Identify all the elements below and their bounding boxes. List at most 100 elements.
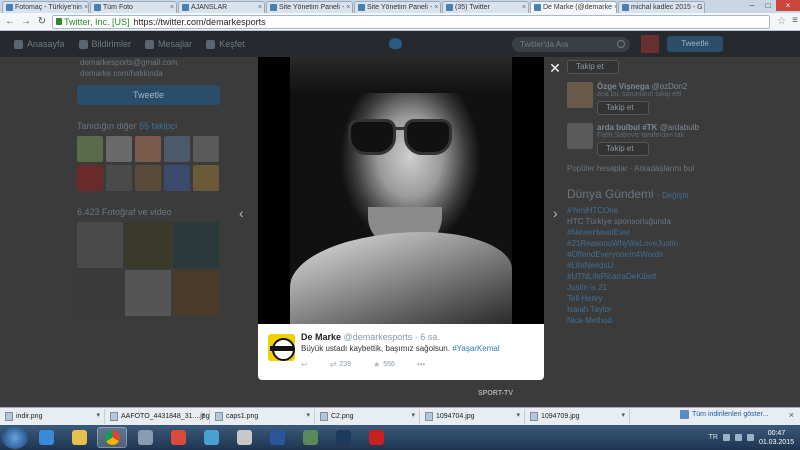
taskbar-app[interactable] — [196, 427, 226, 448]
browser-tab[interactable]: Tüm Foto × — [90, 1, 177, 13]
close-tab-icon[interactable]: × — [522, 2, 526, 13]
trend-item[interactable]: #LifeNeedsU — [567, 260, 717, 271]
taskbar-chrome[interactable] — [97, 427, 127, 448]
follow-button[interactable]: Takip et — [567, 60, 619, 74]
media-title[interactable]: 6.423 Fotoğraf ve video — [77, 207, 222, 217]
trend-item[interactable]: Justin is 21 — [567, 282, 717, 293]
close-tab-icon[interactable]: × — [614, 2, 616, 13]
browser-tab[interactable]: (35) Twitter × — [442, 1, 529, 13]
contact-email[interactable]: demarkesports@gmail.com — [80, 57, 222, 68]
trend-item[interactable]: #21ReasonsWhyWeLoveJustin — [567, 238, 717, 249]
follower-avatar[interactable] — [164, 165, 190, 191]
maximize-icon[interactable]: □ — [760, 0, 776, 11]
taskbar-photoshop[interactable] — [328, 427, 358, 448]
nav-messages[interactable]: Mesajlar — [145, 39, 192, 49]
tweet-to-button[interactable]: Tweetle — [77, 85, 220, 105]
media-thumb[interactable] — [125, 222, 171, 268]
media-thumb[interactable] — [77, 270, 123, 316]
chevron-down-icon[interactable]: ▾ — [411, 411, 415, 419]
taskbar-app[interactable] — [295, 427, 325, 448]
favorite-button[interactable]: ★ 556 — [373, 360, 395, 369]
media-thumb[interactable] — [77, 222, 123, 268]
search-input[interactable]: Twitter'da Ara — [512, 37, 630, 52]
follow-button[interactable]: Takip et — [597, 142, 649, 156]
download-item[interactable]: indir.png ▾ — [3, 409, 105, 424]
taskbar-word[interactable] — [262, 427, 292, 448]
follow-button[interactable]: Takip et — [597, 101, 649, 115]
trend-item[interactable]: #OffendEveryoneIn4Words — [567, 249, 717, 260]
media-thumb[interactable] — [173, 270, 219, 316]
follower-avatar[interactable] — [135, 165, 161, 191]
language-indicator[interactable]: TR — [709, 434, 718, 441]
browser-tab[interactable]: michal kadlec 2015 - G× — [618, 1, 705, 13]
tweet-timestamp[interactable]: · 6 sa. — [415, 332, 440, 342]
hashtag-link[interactable]: #YaşarKemal — [452, 344, 499, 353]
retweet-button[interactable]: ⇄ 239 — [330, 360, 351, 369]
contact-link[interactable]: demarke com/hakkinda — [80, 68, 222, 79]
close-tab-icon[interactable]: × — [170, 2, 174, 13]
nav-discover[interactable]: Keşfet — [206, 39, 245, 49]
trend-item[interactable]: Isaiah Taylor — [567, 304, 717, 315]
chevron-right-icon[interactable]: › — [553, 205, 563, 221]
chevron-down-icon[interactable]: ▾ — [306, 411, 310, 419]
bookmark-star-icon[interactable]: ☆ — [777, 16, 786, 27]
nav-notifications[interactable]: Bildirimler — [78, 39, 131, 49]
media-viewer[interactable] — [258, 57, 544, 324]
reload-icon[interactable]: ↻ — [36, 16, 48, 28]
volume-icon[interactable] — [746, 434, 754, 441]
follower-avatar[interactable] — [106, 136, 132, 162]
more-button[interactable]: ••• — [417, 360, 425, 369]
browser-tab[interactable]: AJANSLAR × — [178, 1, 265, 13]
browser-tab-active[interactable]: De Marke (@demarke× — [530, 1, 617, 13]
taskbar-app[interactable] — [163, 427, 193, 448]
author-handle[interactable]: @demarkesports — [344, 332, 413, 342]
trend-item[interactable]: #NeverHaveIEver — [567, 227, 717, 238]
user-avatar[interactable] — [641, 35, 659, 53]
secure-indicator[interactable]: Twitter, Inc. [US] — [56, 17, 130, 27]
follower-avatar[interactable] — [77, 165, 103, 191]
compose-tweet-button[interactable]: Tweetle — [667, 36, 723, 52]
show-all-downloads-link[interactable]: Tüm indirilenleri göster... — [680, 410, 768, 419]
close-download-bar-icon[interactable]: × — [789, 410, 794, 420]
taskbar-explorer[interactable] — [64, 427, 94, 448]
close-icon[interactable]: ✕ — [549, 61, 561, 75]
browser-tab[interactable]: Site Yönetim Paneli - × — [354, 1, 441, 13]
media-thumb[interactable] — [173, 222, 219, 268]
minimize-icon[interactable]: – — [744, 0, 760, 11]
chevron-down-icon[interactable]: ▾ — [621, 411, 625, 419]
forward-arrow-icon[interactable]: → — [20, 16, 32, 28]
chevron-down-icon[interactable]: ▾ — [201, 411, 205, 419]
follower-avatar[interactable] — [77, 136, 103, 162]
download-item[interactable]: C2.png ▾ — [318, 409, 420, 424]
close-tab-icon[interactable]: × — [84, 2, 88, 13]
who-to-follow-links[interactable]: Popüler hesaplar · Arkadaşlarını bul — [567, 164, 717, 173]
chevron-left-icon[interactable]: ‹ — [239, 205, 249, 221]
media-thumb[interactable] — [125, 270, 171, 316]
close-tab-icon[interactable]: × — [346, 2, 350, 13]
tray-icon[interactable] — [722, 434, 730, 441]
download-item[interactable]: caps1.png ▾ — [213, 409, 315, 424]
clock[interactable]: 00:47 01.03.2015 — [759, 429, 794, 447]
follower-avatar[interactable] — [135, 136, 161, 162]
window-close-icon[interactable]: × — [776, 0, 800, 11]
taskbar-app[interactable] — [130, 427, 160, 448]
suggested-account[interactable]: Özge Vişnega @ozDon2 ana bu, sorunların … — [567, 82, 717, 115]
follower-avatar[interactable] — [164, 136, 190, 162]
reply-button[interactable]: ↩ — [301, 360, 308, 369]
avatar[interactable] — [567, 123, 593, 149]
download-item[interactable]: 1094704.jpg ▾ — [423, 409, 525, 424]
chevron-down-icon[interactable]: ▾ — [96, 411, 100, 419]
taskbar-acrobat[interactable] — [361, 427, 391, 448]
browser-menu-icon[interactable]: ≡ — [792, 15, 798, 26]
browser-tab[interactable]: Site Yönetim Paneli - × — [266, 1, 353, 13]
download-item[interactable]: AAFOTO_4431848_31....jpg ▾ — [108, 409, 210, 424]
follower-avatar[interactable] — [193, 165, 219, 191]
trend-item[interactable]: Tell Henry — [567, 293, 717, 304]
close-tab-icon[interactable]: × — [258, 2, 262, 13]
author-avatar[interactable] — [268, 334, 295, 361]
suggested-account[interactable]: arda bulbul #TK @ardabulb Fatih Sabovic … — [567, 123, 717, 156]
trend-item[interactable]: Nice Method — [567, 315, 717, 326]
follower-avatar[interactable] — [106, 165, 132, 191]
network-icon[interactable] — [734, 434, 742, 441]
chevron-down-icon[interactable]: ▾ — [516, 411, 520, 419]
